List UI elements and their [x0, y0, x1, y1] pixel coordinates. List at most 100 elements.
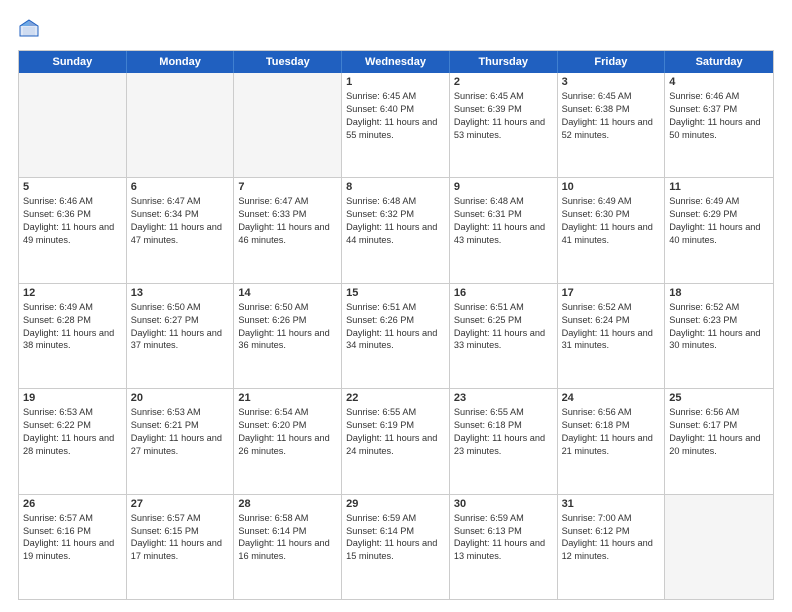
day-cell-15: 15 Sunrise: 6:51 AMSunset: 6:26 PMDayligh…	[342, 284, 450, 388]
cell-info: Sunrise: 6:56 AMSunset: 6:17 PMDaylight:…	[669, 406, 769, 458]
calendar: SundayMondayTuesdayWednesdayThursdayFrid…	[18, 50, 774, 600]
day-number: 29	[346, 498, 445, 510]
day-number: 15	[346, 287, 445, 299]
day-cell-2: 2 Sunrise: 6:45 AMSunset: 6:39 PMDaylight…	[450, 73, 558, 177]
day-number: 14	[238, 287, 337, 299]
day-number: 4	[669, 76, 769, 88]
day-header-friday: Friday	[558, 51, 666, 73]
day-cell-11: 11 Sunrise: 6:49 AMSunset: 6:29 PMDayligh…	[665, 178, 773, 282]
cell-info: Sunrise: 6:46 AMSunset: 6:36 PMDaylight:…	[23, 195, 122, 247]
weeks: 1 Sunrise: 6:45 AMSunset: 6:40 PMDaylight…	[19, 73, 773, 599]
day-number: 5	[23, 181, 122, 193]
day-header-sunday: Sunday	[19, 51, 127, 73]
day-number: 28	[238, 498, 337, 510]
day-cell-16: 16Sunrise: 6:51 AMSunset: 6:25 PMDayligh…	[450, 284, 558, 388]
cell-info: Sunrise: 6:45 AMSunset: 6:39 PMDaylight:…	[454, 90, 553, 142]
cell-info: Sunrise: 6:51 AMSunset: 6:26 PMDaylight:…	[346, 301, 445, 353]
day-number: 18	[669, 287, 769, 299]
day-number: 21	[238, 392, 337, 404]
day-cell-empty-4-6	[665, 495, 773, 599]
day-cell-10: 10 Sunrise: 6:49 AMSunset: 6:30 PMDayligh…	[558, 178, 666, 282]
cell-info: Sunrise: 6:47 AMSunset: 6:34 PMDaylight:…	[131, 195, 230, 247]
day-number: 17	[562, 287, 661, 299]
cell-info: Sunrise: 6:55 AMSunset: 6:18 PMDaylight:…	[454, 406, 553, 458]
cell-info: Sunrise: 6:45 AMSunset: 6:40 PMDaylight:…	[346, 90, 445, 142]
day-number: 6	[131, 181, 230, 193]
cell-info: Sunrise: 6:45 AMSunset: 6:38 PMDaylight:…	[562, 90, 661, 142]
day-cell-12: 12Sunrise: 6:49 AMSunset: 6:28 PMDayligh…	[19, 284, 127, 388]
day-number: 22	[346, 392, 445, 404]
logo	[18, 18, 44, 40]
cell-info: Sunrise: 6:53 AMSunset: 6:22 PMDaylight:…	[23, 406, 122, 458]
cell-info: Sunrise: 6:56 AMSunset: 6:18 PMDaylight:…	[562, 406, 661, 458]
day-cell-14: 14 Sunrise: 6:50 AMSunset: 6:26 PMDayligh…	[234, 284, 342, 388]
cell-info: Sunrise: 6:49 AMSunset: 6:30 PMDaylight:…	[562, 195, 661, 247]
day-cell-24: 24 Sunrise: 6:56 AMSunset: 6:18 PMDayligh…	[558, 389, 666, 493]
week-row-1: 1 Sunrise: 6:45 AMSunset: 6:40 PMDaylight…	[19, 73, 773, 177]
header	[18, 18, 774, 40]
day-number: 25	[669, 392, 769, 404]
day-number: 7	[238, 181, 337, 193]
day-number: 8	[346, 181, 445, 193]
day-number: 20	[131, 392, 230, 404]
day-number: 13	[131, 287, 230, 299]
day-number: 2	[454, 76, 553, 88]
day-number: 1	[346, 76, 445, 88]
day-number: 26	[23, 498, 122, 510]
day-cell-25: 25 Sunrise: 6:56 AMSunset: 6:17 PMDayligh…	[665, 389, 773, 493]
day-number: 23	[454, 392, 553, 404]
cell-info: Sunrise: 6:49 AMSunset: 6:29 PMDaylight:…	[669, 195, 769, 247]
day-cell-8: 8Sunrise: 6:48 AMSunset: 6:32 PMDaylight…	[342, 178, 450, 282]
day-cell-empty-0-2	[234, 73, 342, 177]
week-row-4: 19 Sunrise: 6:53 AMSunset: 6:22 PMDayligh…	[19, 388, 773, 493]
logo-icon	[18, 18, 40, 40]
day-cell-5: 5 Sunrise: 6:46 AMSunset: 6:36 PMDaylight…	[19, 178, 127, 282]
cell-info: Sunrise: 6:52 AMSunset: 6:23 PMDaylight:…	[669, 301, 769, 353]
day-cell-1: 1 Sunrise: 6:45 AMSunset: 6:40 PMDaylight…	[342, 73, 450, 177]
day-cell-21: 21 Sunrise: 6:54 AMSunset: 6:20 PMDayligh…	[234, 389, 342, 493]
day-cell-4: 4Sunrise: 6:46 AMSunset: 6:37 PMDaylight…	[665, 73, 773, 177]
cell-info: Sunrise: 6:59 AMSunset: 6:13 PMDaylight:…	[454, 512, 553, 564]
day-cell-22: 22 Sunrise: 6:55 AMSunset: 6:19 PMDayligh…	[342, 389, 450, 493]
day-cell-20: 20Sunrise: 6:53 AMSunset: 6:21 PMDayligh…	[127, 389, 235, 493]
cell-info: Sunrise: 6:50 AMSunset: 6:27 PMDaylight:…	[131, 301, 230, 353]
cell-info: Sunrise: 6:50 AMSunset: 6:26 PMDaylight:…	[238, 301, 337, 353]
cell-info: Sunrise: 6:59 AMSunset: 6:14 PMDaylight:…	[346, 512, 445, 564]
week-row-2: 5 Sunrise: 6:46 AMSunset: 6:36 PMDaylight…	[19, 177, 773, 282]
day-header-saturday: Saturday	[665, 51, 773, 73]
day-number: 24	[562, 392, 661, 404]
day-cell-17: 17 Sunrise: 6:52 AMSunset: 6:24 PMDayligh…	[558, 284, 666, 388]
day-cell-26: 26 Sunrise: 6:57 AMSunset: 6:16 PMDayligh…	[19, 495, 127, 599]
day-cell-18: 18 Sunrise: 6:52 AMSunset: 6:23 PMDayligh…	[665, 284, 773, 388]
day-cell-7: 7 Sunrise: 6:47 AMSunset: 6:33 PMDaylight…	[234, 178, 342, 282]
day-cell-23: 23 Sunrise: 6:55 AMSunset: 6:18 PMDayligh…	[450, 389, 558, 493]
day-headers: SundayMondayTuesdayWednesdayThursdayFrid…	[19, 51, 773, 73]
cell-info: Sunrise: 6:49 AMSunset: 6:28 PMDaylight:…	[23, 301, 122, 353]
cell-info: Sunrise: 6:55 AMSunset: 6:19 PMDaylight:…	[346, 406, 445, 458]
cell-info: Sunrise: 6:57 AMSunset: 6:16 PMDaylight:…	[23, 512, 122, 564]
day-cell-empty-0-1	[127, 73, 235, 177]
day-number: 30	[454, 498, 553, 510]
day-number: 27	[131, 498, 230, 510]
day-header-monday: Monday	[127, 51, 235, 73]
day-number: 19	[23, 392, 122, 404]
day-cell-19: 19 Sunrise: 6:53 AMSunset: 6:22 PMDayligh…	[19, 389, 127, 493]
day-cell-9: 9Sunrise: 6:48 AMSunset: 6:31 PMDaylight…	[450, 178, 558, 282]
day-cell-30: 30 Sunrise: 6:59 AMSunset: 6:13 PMDayligh…	[450, 495, 558, 599]
day-cell-13: 13 Sunrise: 6:50 AMSunset: 6:27 PMDayligh…	[127, 284, 235, 388]
day-cell-27: 27Sunrise: 6:57 AMSunset: 6:15 PMDayligh…	[127, 495, 235, 599]
day-header-tuesday: Tuesday	[234, 51, 342, 73]
cell-info: Sunrise: 6:52 AMSunset: 6:24 PMDaylight:…	[562, 301, 661, 353]
cell-info: Sunrise: 6:54 AMSunset: 6:20 PMDaylight:…	[238, 406, 337, 458]
page: SundayMondayTuesdayWednesdayThursdayFrid…	[0, 0, 792, 612]
day-number: 11	[669, 181, 769, 193]
day-number: 10	[562, 181, 661, 193]
day-cell-3: 3 Sunrise: 6:45 AMSunset: 6:38 PMDaylight…	[558, 73, 666, 177]
day-number: 3	[562, 76, 661, 88]
cell-info: Sunrise: 6:51 AMSunset: 6:25 PMDaylight:…	[454, 301, 553, 353]
day-cell-31: 31Sunrise: 7:00 AMSunset: 6:12 PMDayligh…	[558, 495, 666, 599]
day-number: 9	[454, 181, 553, 193]
week-row-3: 12Sunrise: 6:49 AMSunset: 6:28 PMDayligh…	[19, 283, 773, 388]
cell-info: Sunrise: 6:47 AMSunset: 6:33 PMDaylight:…	[238, 195, 337, 247]
day-cell-29: 29 Sunrise: 6:59 AMSunset: 6:14 PMDayligh…	[342, 495, 450, 599]
